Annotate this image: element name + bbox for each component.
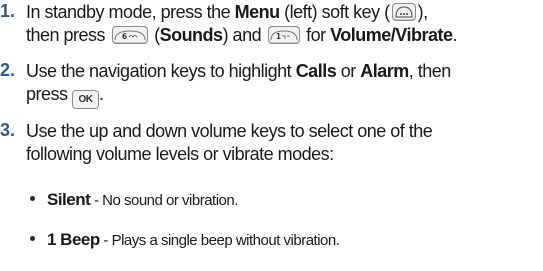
bullet-sep: - bbox=[99, 232, 112, 249]
bullet-term: Silent bbox=[47, 190, 91, 209]
svg-text:1: 1 bbox=[276, 32, 281, 41]
volume-vibrate-term: Volume/Vibrate bbox=[330, 25, 453, 45]
menu-soft-key-icon bbox=[391, 3, 416, 21]
step-line: press OK. bbox=[26, 83, 539, 109]
menu-term: Menu bbox=[234, 2, 281, 22]
key-6-mno-icon: 6 bbox=[111, 26, 148, 44]
step-line: Use the up and down volume keys to selec… bbox=[26, 121, 433, 141]
text-fragment: ( bbox=[149, 25, 160, 45]
text-fragment: ), bbox=[417, 2, 429, 22]
step-text: Use the navigation keys to highlight Cal… bbox=[26, 60, 539, 109]
bullet-desc: No sound or vibration. bbox=[102, 192, 238, 209]
list-item-silent: Silent - No sound or vibration. bbox=[30, 189, 539, 212]
text-fragment: or bbox=[336, 61, 361, 81]
text-fragment: In standby mode, press the bbox=[26, 2, 235, 22]
step-line: In standby mode, press the Menu (left) s… bbox=[26, 1, 539, 24]
step-number: 2. bbox=[0, 60, 16, 80]
bullet-dot-icon bbox=[30, 236, 35, 241]
calls-term: Calls bbox=[295, 61, 337, 81]
key-1-icon: 1 bbox=[267, 26, 300, 44]
step-number: 1. bbox=[0, 1, 16, 21]
bullet-dot-icon bbox=[30, 196, 35, 201]
svg-text:6: 6 bbox=[122, 32, 127, 41]
text-fragment: ) and bbox=[222, 25, 266, 45]
step-line: following volume levels or vibrate modes… bbox=[26, 144, 334, 164]
sounds-term: Sounds bbox=[159, 25, 224, 45]
text-fragment: for bbox=[301, 25, 331, 45]
ok-key-icon: OK bbox=[72, 90, 100, 109]
step-number: 3. bbox=[0, 120, 16, 140]
step-line: then press 6 (Sounds) and 1 for Volume/V… bbox=[26, 24, 539, 47]
text-fragment: . bbox=[452, 25, 457, 45]
text-fragment: then press bbox=[26, 25, 110, 45]
step-text: Use the up and down volume keys to selec… bbox=[26, 120, 539, 166]
text-fragment: (left) soft key ( bbox=[279, 2, 390, 22]
list-item-1-beep: 1 Beep - Plays a single beep without vib… bbox=[30, 229, 539, 252]
alarm-term: Alarm bbox=[360, 61, 409, 81]
bullet-desc: Plays a single beep without vibration. bbox=[111, 232, 340, 249]
step-line: Use the navigation keys to highlight Cal… bbox=[26, 60, 539, 83]
step-text: In standby mode, press the Menu (left) s… bbox=[26, 1, 539, 47]
text-fragment: . bbox=[99, 84, 104, 104]
bullet-sep: - bbox=[90, 192, 103, 209]
text-fragment: , then bbox=[408, 61, 452, 81]
bullet-term: 1 Beep bbox=[47, 230, 100, 249]
text-fragment: press bbox=[26, 84, 73, 104]
text-fragment: Use the navigation keys to highlight bbox=[26, 61, 296, 81]
